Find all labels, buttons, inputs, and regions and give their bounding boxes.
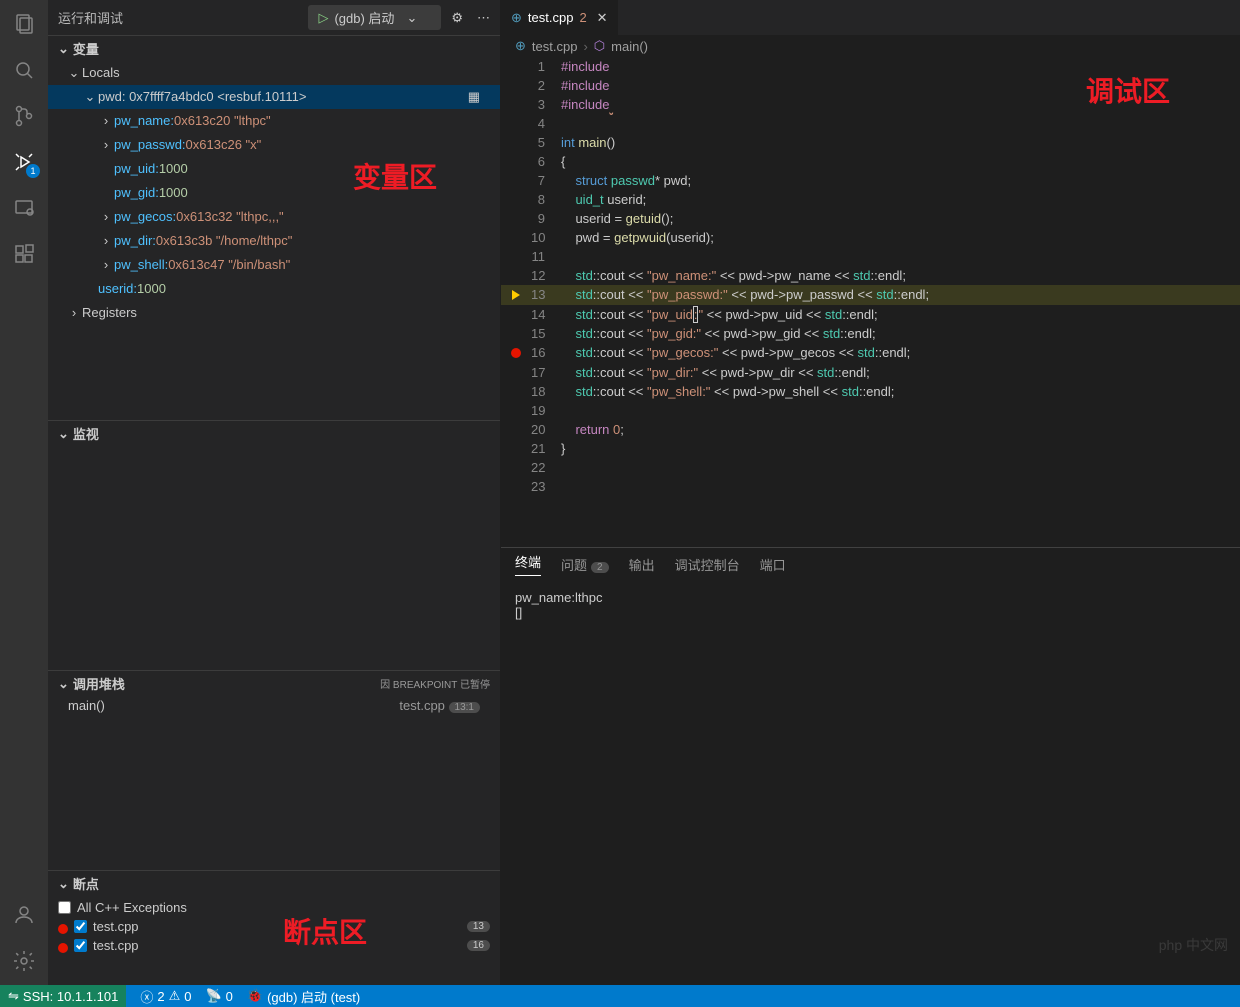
cpp-icon: ⊕ (511, 10, 522, 26)
tab-test-cpp[interactable]: ⊕ test.cpp 2 ✕ (501, 0, 618, 35)
bp-dot-icon (58, 924, 68, 934)
breadcrumb[interactable]: ⊕ test.cpp › ⬡ main() (501, 35, 1240, 57)
cpp-icon: ⊕ (515, 38, 526, 54)
panel: 终端 问题2 输出 调试控制台 端口 pw_name:lthpc [] (501, 547, 1240, 985)
callstack-frame[interactable]: main()test.cpp 13:1 (68, 698, 480, 713)
status-problems[interactable]: ⓧ2 ⚠0 (140, 987, 191, 1006)
launch-config[interactable]: ▷(gdb) 启动 ⌄ (308, 5, 441, 30)
remote-icon[interactable] (10, 194, 38, 222)
tab-output[interactable]: 输出 (629, 555, 655, 574)
error-icon: ⓧ (140, 987, 153, 1006)
status-ports[interactable]: 📡0 (205, 988, 232, 1004)
locals-node[interactable]: ⌄Locals (48, 61, 500, 85)
var-pw-shell[interactable]: ›pw_shell: 0x613c47 "/bin/bash" (48, 253, 500, 277)
bp-check-2[interactable] (74, 939, 87, 952)
status-debug[interactable]: 🐞(gdb) 启动 (test) (247, 987, 360, 1006)
terminal-line: pw_name:lthpc (515, 590, 1226, 605)
bp-row-1[interactable]: test.cpp13 (58, 917, 490, 936)
settings-icon[interactable] (10, 947, 38, 975)
activity-bar: 1 (0, 0, 48, 985)
search-icon[interactable] (10, 56, 38, 84)
bp-row-2[interactable]: test.cpp16 (58, 936, 490, 955)
bug-icon: 🐞 (247, 988, 263, 1004)
bp-check-1[interactable] (74, 920, 87, 933)
tab-ports[interactable]: 端口 (760, 555, 786, 574)
bp-all-exceptions[interactable]: All C++ Exceptions (58, 898, 490, 917)
play-icon: ▷ (318, 10, 328, 26)
registers-node[interactable]: ›Registers (48, 301, 500, 325)
var-pw-dir[interactable]: ›pw_dir: 0x613c3b "/home/lthpc" (48, 229, 500, 253)
editor-area: ⋮⋮ ▷ ⊕ test.cpp 2 ✕ ⊕ test.cpp › ⬡ main(… (501, 0, 1240, 985)
status-ssh[interactable]: ⇋SSH: 10.1.1.101 (0, 985, 126, 1007)
sidebar: 运行和调试 ▷(gdb) 启动 ⌄ ⚙ ⋯ ⌄变量 ⌄Locals ⌄pwd: … (48, 0, 501, 985)
cube-icon: ⬡ (594, 38, 605, 54)
explorer-icon[interactable] (10, 10, 38, 38)
close-icon[interactable]: ✕ (597, 10, 608, 26)
var-pwd[interactable]: ⌄pwd: 0x7ffff7a4bdc0 <resbuf.10111>▦ (48, 85, 500, 109)
memory-icon[interactable]: ▦ (468, 86, 480, 108)
watermark: php 中文网 (1159, 935, 1228, 955)
section-breakpoints[interactable]: ⌄断点 (48, 871, 500, 896)
section-variables[interactable]: ⌄变量 (48, 36, 500, 61)
var-pw-passwd[interactable]: ›pw_passwd: 0x613c26 "x" (48, 133, 500, 157)
tab-terminal[interactable]: 终端 (515, 552, 541, 576)
annotation-debug: 调试区 (1086, 70, 1170, 110)
terminal-line: [] (515, 605, 1226, 620)
sidebar-header: 运行和调试 ▷(gdb) 启动 ⌄ ⚙ ⋯ (48, 0, 500, 35)
var-userid[interactable]: userid: 1000 (48, 277, 500, 301)
panel-tabs: 终端 问题2 输出 调试控制台 端口 (501, 548, 1240, 580)
annotation-vars: 变量区 (353, 156, 437, 196)
var-pw-gecos[interactable]: ›pw_gecos: 0x613c32 "lthpc,,," (48, 205, 500, 229)
more-icon[interactable]: ⋯ (477, 10, 490, 26)
sidebar-title: 运行和调试 (58, 8, 308, 27)
section-watch[interactable]: ⌄监视 (48, 421, 500, 446)
antenna-icon: 📡 (205, 988, 221, 1004)
account-icon[interactable] (10, 901, 38, 929)
warning-icon: ⚠ (169, 988, 181, 1004)
scm-icon[interactable] (10, 102, 38, 130)
tab-debug-console[interactable]: 调试控制台 (675, 555, 740, 574)
bp-all-check[interactable] (58, 901, 71, 914)
code-editor[interactable]: 1#include 2#include 3#include 45int main… (501, 57, 1240, 547)
debug-icon[interactable]: 1 (10, 148, 38, 176)
status-bar: ⇋SSH: 10.1.1.101 ⓧ2 ⚠0 📡0 🐞(gdb) 启动 (tes… (0, 985, 1240, 1007)
section-callstack[interactable]: ⌄调用堆栈因 BREAKPOINT 已暂停 (48, 671, 500, 696)
var-pw-name[interactable]: ›pw_name: 0x613c20 "lthpc" (48, 109, 500, 133)
extensions-icon[interactable] (10, 240, 38, 268)
annotation-bp: 断点区 (283, 911, 367, 951)
tab-problems[interactable]: 问题2 (561, 555, 609, 574)
editor-tabs: ⊕ test.cpp 2 ✕ (501, 0, 1240, 35)
terminal-body[interactable]: pw_name:lthpc [] (501, 580, 1240, 985)
gear-icon[interactable]: ⚙ (451, 10, 463, 26)
remote-icon: ⇋ (8, 988, 19, 1004)
bp-dot-icon (58, 943, 68, 953)
